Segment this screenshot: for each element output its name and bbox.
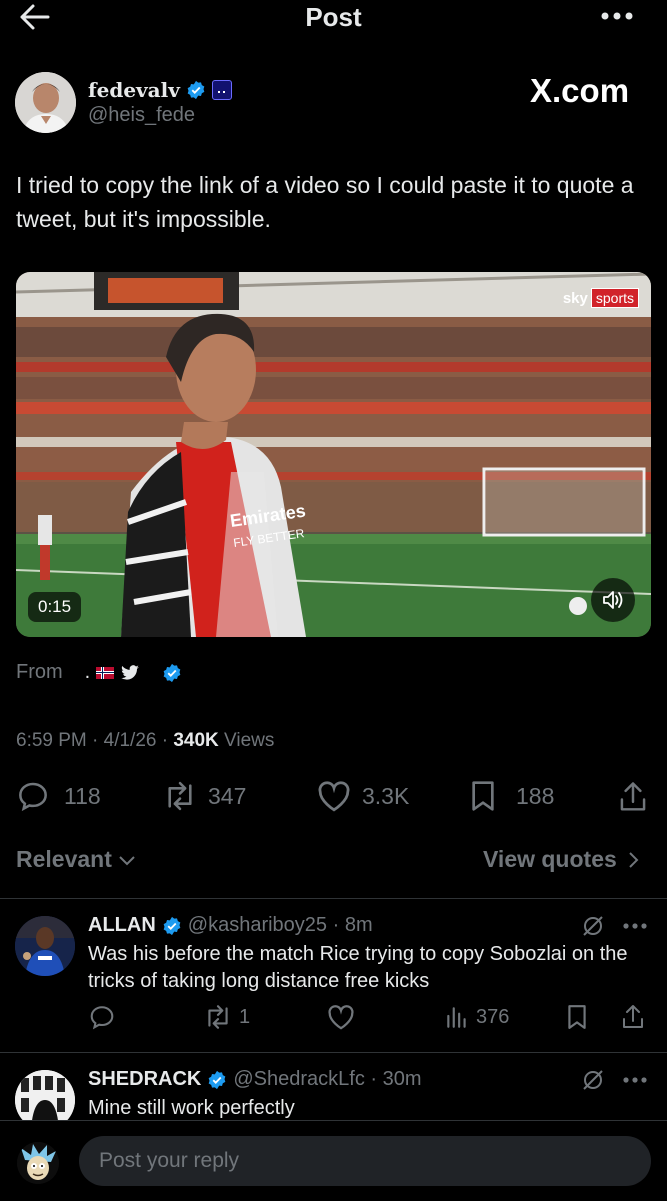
norway-flag-icon	[96, 666, 115, 679]
mute-toggle-button[interactable]	[591, 578, 635, 622]
grok-button[interactable]	[579, 912, 607, 940]
reply-more-button[interactable]	[620, 1068, 650, 1092]
divider	[0, 898, 667, 899]
analytics-icon	[447, 1007, 466, 1028]
composer-bar	[0, 1120, 667, 1201]
more-dots-icon	[623, 1077, 647, 1083]
like-count: 3.3K	[362, 782, 410, 809]
share-button[interactable]	[616, 780, 650, 814]
reply-author-name[interactable]: ALLAN	[88, 914, 156, 937]
broadcaster-logo: sky sports	[563, 288, 639, 308]
bookmark-icon	[568, 1005, 586, 1029]
like-button[interactable]: 3.3K	[316, 780, 409, 812]
verified-badge-icon	[163, 916, 181, 935]
author-handle[interactable]: @heis_fede	[88, 104, 195, 127]
verified-badge-icon	[209, 1070, 226, 1089]
video-frame: Emirates FLY BETTER	[16, 272, 651, 637]
heart-icon	[328, 1005, 354, 1030]
xcom-watermark: X.com	[530, 72, 630, 109]
user-avatar[interactable]	[17, 1142, 59, 1184]
verified-badge-icon	[187, 80, 205, 100]
reply-author-name[interactable]: SHEDRACK	[88, 1068, 201, 1091]
reply-views-button[interactable]: 376	[444, 1004, 509, 1030]
reply-author-handle[interactable]: @ShedrackLfc	[233, 1068, 364, 1090]
reply-repost-button[interactable]: 1	[203, 1004, 250, 1030]
grok-icon	[583, 916, 603, 936]
from-label: From	[16, 661, 63, 683]
chevron-down-icon	[119, 855, 135, 865]
more-dots-icon	[623, 923, 647, 929]
reply-avatar[interactable]	[15, 916, 75, 976]
video-duration: 0:15	[28, 592, 82, 622]
author-name[interactable]: fedevalv	[88, 78, 180, 102]
reply-reply-button[interactable]	[88, 1004, 116, 1030]
reply-bookmark-button[interactable]	[566, 1004, 588, 1030]
post-text: I tried to copy the link of a video so I…	[16, 172, 634, 232]
sort-dropdown[interactable]: Relevant	[16, 846, 136, 873]
repost-button[interactable]: 347	[162, 780, 246, 812]
bookmark-count: 188	[516, 782, 555, 809]
heart-icon	[318, 781, 350, 812]
divider	[0, 1052, 667, 1053]
reply-views-count: 376	[476, 1005, 510, 1028]
view-quotes-link[interactable]: View quotes	[483, 846, 639, 873]
repost-icon	[168, 781, 192, 811]
affiliate-badge-icon	[211, 80, 232, 100]
reply-icon	[90, 1006, 114, 1030]
repost-count: 347	[208, 782, 247, 809]
reply-input[interactable]	[79, 1136, 651, 1186]
grok-button[interactable]	[579, 1066, 607, 1094]
more-options-button[interactable]	[596, 2, 638, 30]
author-avatar[interactable]	[15, 72, 76, 133]
reply-count: 118	[64, 782, 101, 809]
bookmark-button[interactable]: 188	[468, 780, 554, 812]
share-icon	[623, 1005, 643, 1028]
more-dots-icon	[601, 12, 633, 20]
speaker-icon	[603, 591, 623, 609]
chevron-right-icon	[629, 851, 639, 868]
reply-more-button[interactable]	[620, 914, 650, 938]
reply-repost-count: 1	[239, 1005, 251, 1028]
reply-like-button[interactable]	[326, 1004, 356, 1030]
page-title: Post	[305, 2, 362, 32]
post-meta: 6:59 PM · 4/1/26 · 340K Views	[16, 730, 275, 751]
repost-icon	[208, 1005, 228, 1029]
reply-time: · 30m	[364, 1068, 422, 1090]
bookmark-icon	[472, 781, 494, 811]
verified-badge-icon	[163, 663, 181, 682]
reply-text: Mine still work perfectly	[88, 1097, 295, 1119]
reply-share-button[interactable]	[621, 1004, 645, 1030]
sort-label: Relevant	[16, 846, 112, 872]
reply-author-handle[interactable]: @kashariboy25	[188, 914, 327, 936]
bird-icon	[121, 664, 140, 680]
grok-icon	[583, 1070, 603, 1090]
reply-button[interactable]: 118	[16, 780, 101, 812]
share-icon	[620, 782, 646, 811]
post-timestamp: 6:59 PM · 4/1/26 ·	[16, 730, 174, 751]
views-count[interactable]: 340K	[173, 730, 218, 751]
reply-time: · 8m	[327, 914, 373, 936]
view-quotes-label: View quotes	[483, 846, 617, 872]
video-player[interactable]: Emirates FLY BETTER sky sports 0:15	[16, 272, 651, 637]
reply-icon	[19, 782, 47, 812]
reply-text: Was his before the match Rice trying to …	[88, 943, 628, 992]
